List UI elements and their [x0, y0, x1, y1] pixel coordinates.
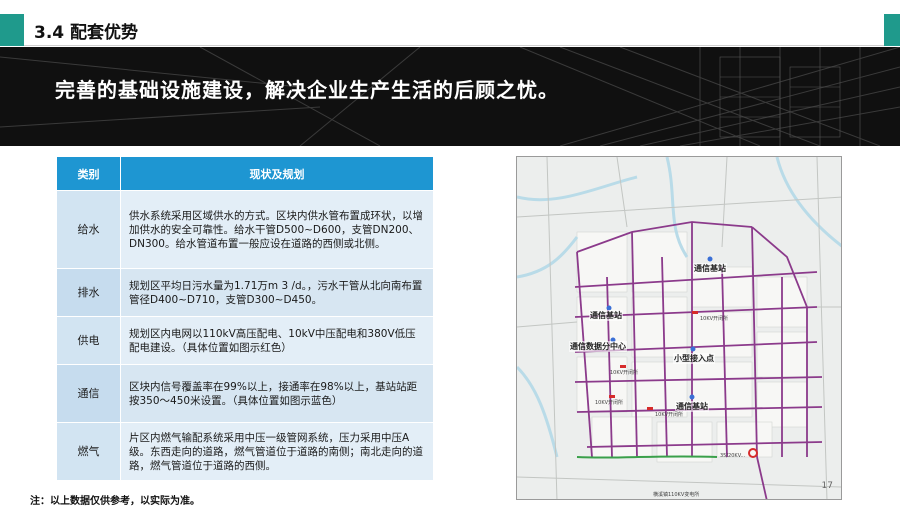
- map-label-substation: 10KV开闭所: [655, 412, 684, 418]
- header-accent-right: [884, 14, 900, 46]
- row-text: 规划区平均日污水量为1.71万m 3 /d。，污水干管从北向南布置管径D400~…: [120, 268, 434, 317]
- table-header-row: 类别 现状及规划: [56, 156, 434, 191]
- row-category: 燃气: [56, 422, 121, 481]
- row-category: 通信: [56, 364, 121, 423]
- row-text: 区块内信号覆盖率在99%以上，接通率在98%以上，基站站距按350～450米设置…: [120, 364, 434, 423]
- map-label-base-station: 通信基站: [693, 263, 727, 274]
- header-accent-left: [0, 14, 24, 46]
- page-number: 17: [821, 481, 833, 491]
- row-category: 排水: [56, 268, 121, 317]
- section-title: 3.4 配套优势: [34, 23, 139, 43]
- column-header-category: 类别: [56, 156, 121, 191]
- table-row: 给水 供水系统采用区域供水的方式。区块内供水管布置成环状，以增加供水的安全可靠性…: [56, 190, 434, 269]
- table-row: 供电 规划区内电网以110kV高压配电、10kV中压配电和380V低压配电建设。…: [56, 316, 434, 365]
- row-text: 供水系统采用区域供水的方式。区块内供水管布置成环状，以增加供水的安全可靠性。给水…: [120, 190, 434, 269]
- disclaimer-note: 注：以上数据仅供参考，以实际为准。: [30, 496, 200, 507]
- column-header-status: 现状及规划: [120, 156, 434, 191]
- banner-headline: 完善的基础设施建设，解决企业生产生活的后顾之忧。: [55, 78, 559, 102]
- map-label-bottom: 横溪镇110KV变电所: [653, 492, 700, 498]
- map-label-base-station: 通信基站: [589, 310, 623, 321]
- row-category: 供电: [56, 316, 121, 365]
- map-label-access-point: 小型接入点: [673, 353, 715, 364]
- header-divider: [24, 45, 884, 46]
- infrastructure-table: 类别 现状及规划 给水 供水系统采用区域供水的方式。区块内供水管布置成环状，以增…: [56, 156, 434, 481]
- table-row: 排水 规划区平均日污水量为1.71万m 3 /d。，污水干管从北向南布置管径D4…: [56, 268, 434, 317]
- map-label-substation: 10KV开闭所: [595, 400, 624, 406]
- map-graphic: [517, 157, 841, 499]
- row-text: 规划区内电网以110kV高压配电、10kV中压配电和380V低压配电建设。（具体…: [120, 316, 434, 365]
- row-category: 给水: [56, 190, 121, 269]
- map-label-kv: 35/20KV...: [720, 453, 746, 459]
- banner: 完善的基础设施建设，解决企业生产生活的后顾之忧。: [0, 47, 900, 146]
- table-row: 通信 区块内信号覆盖率在99%以上，接通率在98%以上，基站站距按350～450…: [56, 364, 434, 423]
- row-text: 片区内燃气输配系统采用中压一级管网系统，压力采用中压A级。东西走向的道路，燃气管…: [120, 422, 434, 481]
- table-row: 燃气 片区内燃气输配系统采用中压一级管网系统，压力采用中压A级。东西走向的道路，…: [56, 422, 434, 481]
- infrastructure-map: 通信基站 通信基站 通信数据分中心 小型接入点 通信基站 10KV开闭所 10K…: [516, 156, 842, 500]
- map-label-substation: 10KV开闭所: [610, 370, 639, 376]
- map-label-substation: 10KV开闭所: [700, 316, 729, 322]
- map-label-data-center: 通信数据分中心: [569, 341, 627, 352]
